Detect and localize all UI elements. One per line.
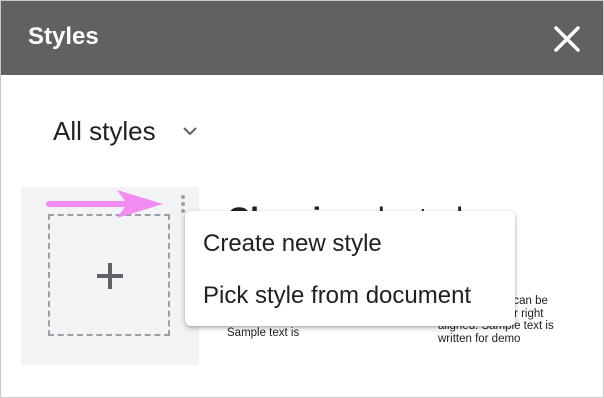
plus-icon bbox=[97, 263, 123, 289]
styles-dialog: Styles All styles Classic elected 1 cent… bbox=[0, 0, 604, 398]
chevron-down-icon bbox=[182, 127, 197, 136]
new-style-button[interactable] bbox=[48, 214, 170, 336]
menu-item-create-new-style[interactable]: Create new style bbox=[185, 221, 515, 267]
menu-item-pick-style-from-document[interactable]: Pick style from document bbox=[185, 273, 515, 319]
context-menu: Create new style Pick style from documen… bbox=[185, 211, 515, 326]
style-filter-dropdown[interactable]: All styles bbox=[53, 113, 198, 149]
dialog-header: Styles bbox=[1, 1, 603, 75]
style-filter-label: All styles bbox=[53, 115, 156, 146]
close-button[interactable] bbox=[549, 21, 585, 57]
close-icon bbox=[554, 26, 580, 52]
pointer-arrow-icon bbox=[46, 190, 163, 218]
dialog-title: Styles bbox=[28, 23, 99, 50]
